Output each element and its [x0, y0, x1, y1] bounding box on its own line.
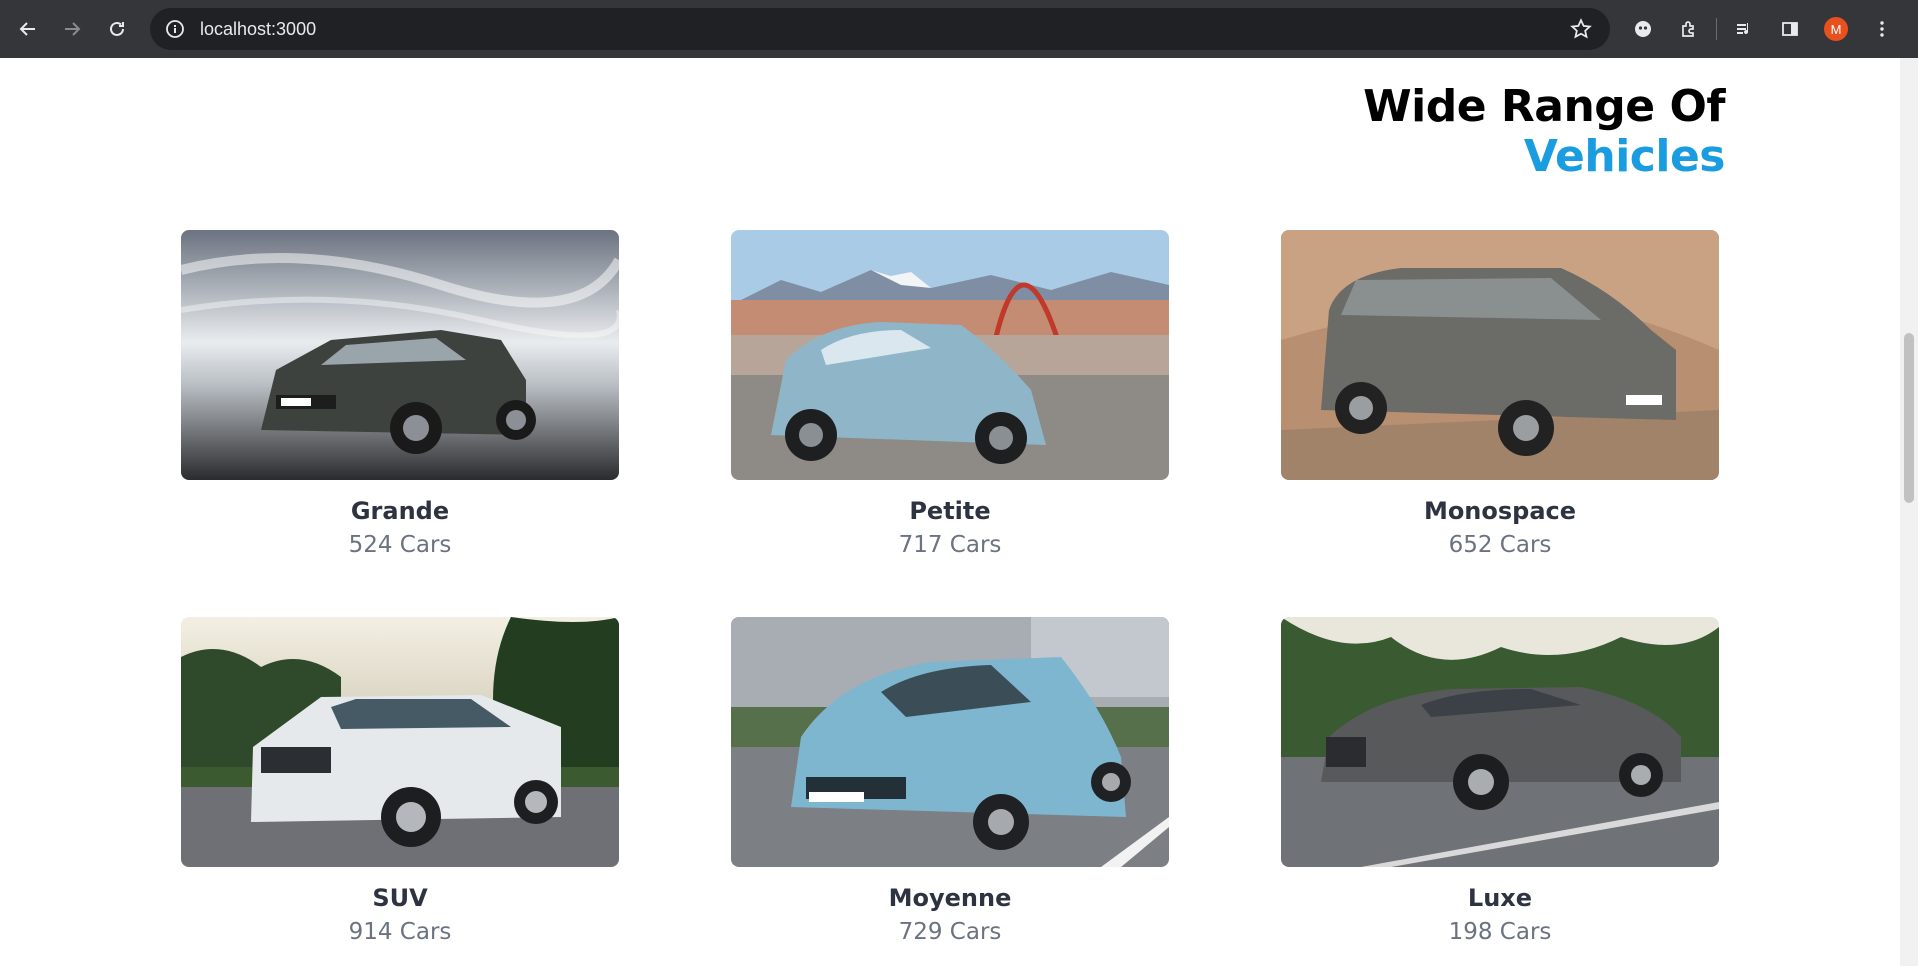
section-heading: Wide Range Of Vehicles	[1363, 82, 1725, 182]
extension-icon[interactable]	[1620, 0, 1666, 58]
category-count: 729 Cars	[898, 919, 1002, 945]
category-image-grande[interactable]	[181, 230, 619, 480]
profile-avatar[interactable]: M	[1813, 0, 1859, 58]
category-name: Monospace	[1423, 497, 1577, 525]
category-count: 198 Cars	[1448, 919, 1552, 945]
heading-line-2-accent: Vehicles	[1523, 131, 1726, 182]
browser-toolbar: localhost:3000 M	[0, 0, 1918, 58]
vehicle-category-grid: Grande 524 Cars Petite 717 Cars Monospac…	[181, 230, 1719, 949]
category-image-suv[interactable]	[181, 617, 619, 867]
site-info-icon[interactable]	[164, 18, 186, 40]
category-count: 652 Cars	[1448, 532, 1552, 558]
reload-button[interactable]	[95, 7, 139, 51]
back-arrow-icon	[19, 22, 35, 36]
category-count: 524 Cars	[348, 532, 452, 558]
media-controls-icon[interactable]	[1721, 0, 1767, 58]
profile-initial: M	[1824, 17, 1848, 41]
scrollbar-thumb[interactable]	[1904, 333, 1914, 503]
reload-icon	[110, 21, 124, 36]
category-card-petite[interactable]: Petite 717 Cars	[731, 230, 1169, 562]
category-card-grande[interactable]: Grande 524 Cars	[181, 230, 619, 562]
extensions-puzzle-icon[interactable]	[1666, 0, 1712, 58]
category-image-petite[interactable]	[731, 230, 1169, 480]
category-image-luxe[interactable]	[1281, 617, 1719, 867]
category-image-monospace[interactable]	[1281, 230, 1719, 480]
category-count: 717 Cars	[898, 532, 1002, 558]
toolbar-divider	[1716, 18, 1717, 40]
page-scrollbar[interactable]	[1900, 58, 1918, 966]
category-image-moyenne[interactable]	[731, 617, 1169, 867]
bookmark-star-icon[interactable]	[1570, 18, 1592, 40]
category-card-monospace[interactable]: Monospace 652 Cars	[1281, 230, 1719, 562]
back-button[interactable]	[6, 7, 50, 51]
side-panel-icon[interactable]	[1767, 0, 1813, 58]
forward-arrow-icon	[65, 22, 81, 36]
category-card-moyenne[interactable]: Moyenne 729 Cars	[731, 617, 1169, 949]
category-name: Grande	[350, 497, 450, 525]
category-name: Moyenne	[888, 884, 1012, 912]
category-card-luxe[interactable]: Luxe 198 Cars	[1281, 617, 1719, 949]
category-name: Petite	[909, 497, 991, 525]
category-name: Luxe	[1467, 884, 1533, 912]
category-count: 914 Cars	[348, 919, 452, 945]
url-text: localhost:3000	[200, 18, 317, 39]
page-content: Wide Range Of Vehicles Grande 524 Cars P…	[0, 58, 1900, 966]
address-bar[interactable]: localhost:3000	[150, 8, 1610, 50]
category-name: SUV	[372, 884, 428, 912]
menu-kebab-icon[interactable]	[1859, 0, 1905, 58]
category-card-suv[interactable]: SUV 914 Cars	[181, 617, 619, 949]
heading-line-1: Wide Range Of	[1363, 81, 1725, 132]
forward-button[interactable]	[50, 7, 94, 51]
